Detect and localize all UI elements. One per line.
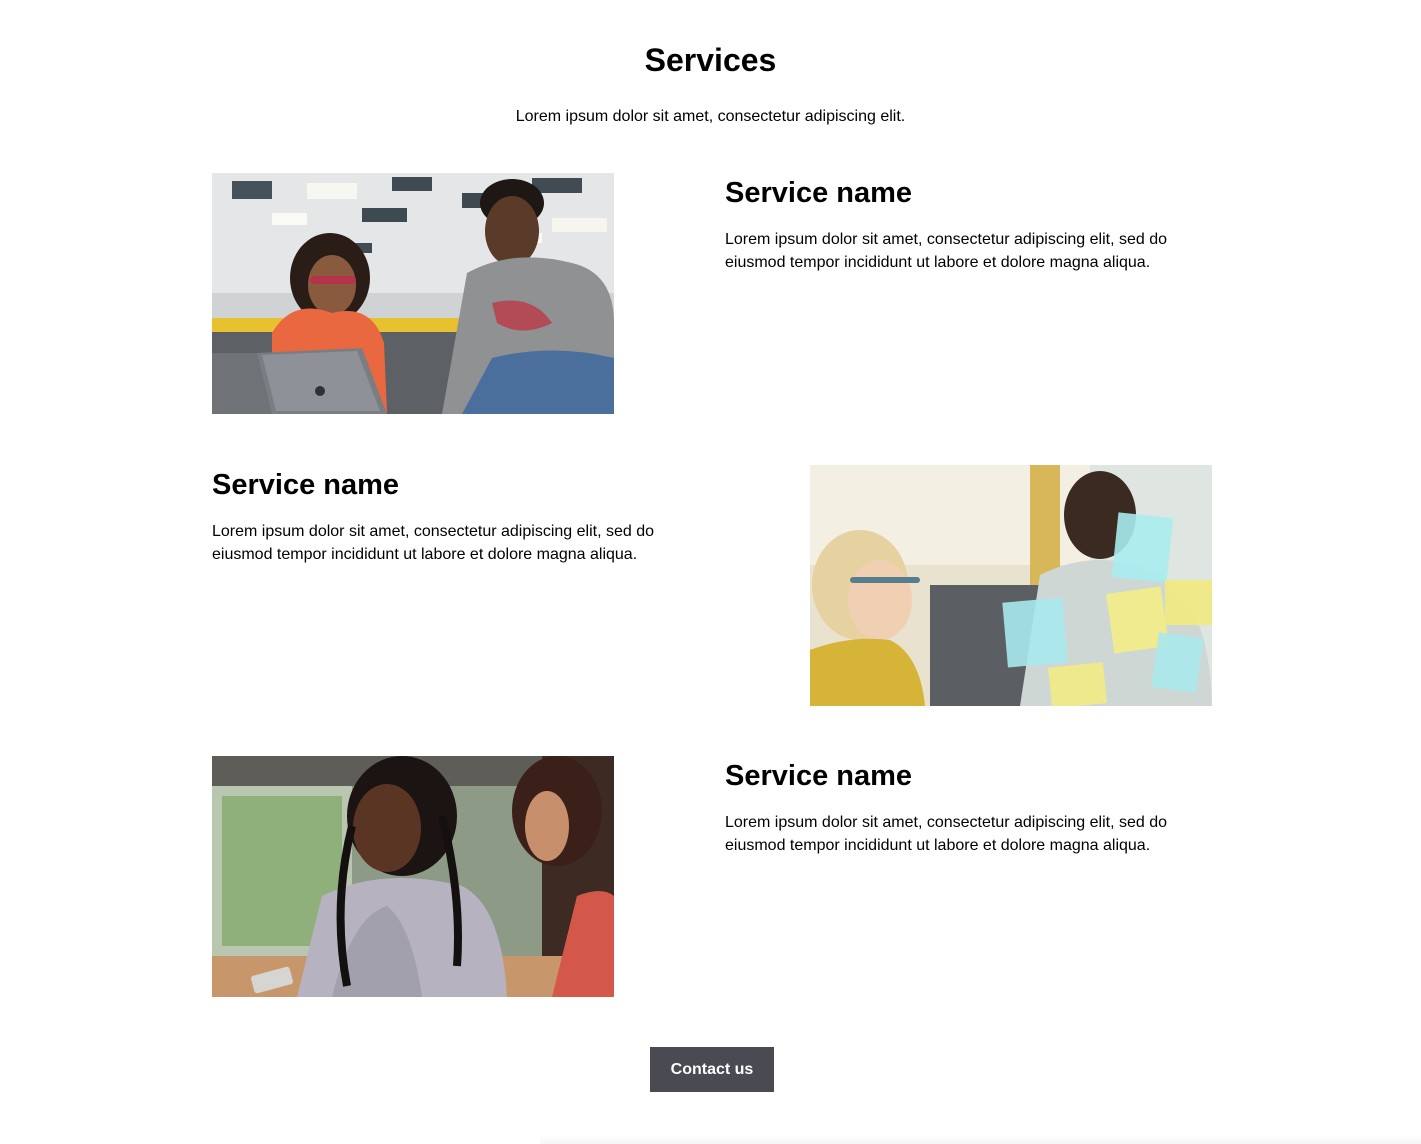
service-block-2: Service name Lorem ipsum dolor sit amet,…	[212, 465, 1212, 706]
service-description-3: Lorem ipsum dolor sit amet, consectetur …	[725, 814, 1167, 854]
page-title: Services	[644, 42, 777, 78]
service-name-1: Service name	[725, 177, 913, 209]
photo-sticky-notes	[810, 465, 1212, 706]
photo-colleagues-laptop	[212, 173, 614, 414]
service-name-2: Service name	[212, 469, 400, 501]
service-block-3: Service name Lorem ipsum dolor sit amet,…	[212, 756, 1212, 997]
service-image-1	[212, 173, 614, 414]
service-image-3	[212, 756, 614, 997]
service-description-2: Lorem ipsum dolor sit amet, consectetur …	[212, 523, 654, 563]
service-text-1: Service name Lorem ipsum dolor sit amet,…	[725, 173, 1195, 274]
services-page: Services Lorem ipsum dolor sit amet, con…	[0, 0, 1421, 1144]
service-text-2: Service name Lorem ipsum dolor sit amet,…	[212, 465, 682, 566]
service-name-3: Service name	[725, 760, 913, 792]
service-description-1: Lorem ipsum dolor sit amet, consectetur …	[725, 231, 1167, 271]
service-block-1: Service name Lorem ipsum dolor sit amet,…	[212, 173, 1212, 414]
service-image-2	[810, 465, 1212, 706]
photo-women-discussing	[212, 756, 614, 997]
page-intro: Lorem ipsum dolor sit amet, consectetur …	[515, 108, 906, 125]
contact-us-button[interactable]: Contact us	[650, 1047, 774, 1092]
bottom-shadow	[540, 1136, 1421, 1144]
service-text-3: Service name Lorem ipsum dolor sit amet,…	[725, 756, 1195, 857]
